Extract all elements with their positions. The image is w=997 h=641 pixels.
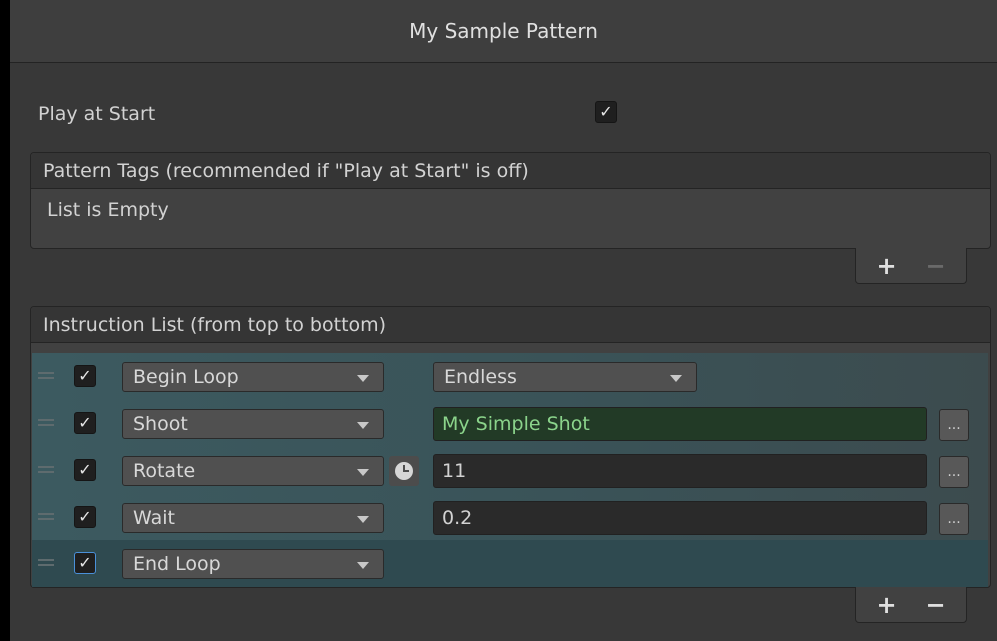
drag-handle-icon[interactable] [38,372,54,379]
instruction-type-dropdown[interactable]: Wait [122,503,384,533]
dropdown-value: Wait [133,507,175,529]
instruction-row: ✓ Begin Loop Endless [32,353,988,400]
minus-icon[interactable]: − [925,591,945,619]
instruction-type-dropdown[interactable]: End Loop [122,549,384,579]
drag-handle-icon[interactable] [38,419,54,426]
check-icon: ✓ [78,553,92,572]
drag-handle-icon[interactable] [38,466,54,473]
dropdown-value: End Loop [133,553,221,575]
shot-object-field[interactable]: My Simple Shot [433,407,927,441]
check-icon: ✓ [78,413,92,432]
clock-icon[interactable] [389,456,419,486]
wait-value-field[interactable]: 0.2 [433,501,927,535]
pattern-tags-footer: + − [855,248,967,284]
instruction-type-dropdown[interactable]: Begin Loop [122,362,384,392]
loop-mode-dropdown[interactable]: Endless [433,362,697,392]
drag-handle-icon[interactable] [38,559,54,566]
dropdown-arrow-icon [357,469,369,476]
dropdown-arrow-icon [357,375,369,382]
minus-icon[interactable]: − [925,252,945,280]
dropdown-value: Begin Loop [133,366,239,388]
instruction-enabled-checkbox[interactable]: ✓ [74,506,96,528]
instruction-type-dropdown[interactable]: Shoot [122,409,384,439]
instruction-list-header: Instruction List (from top to bottom) [31,307,990,343]
dropdown-arrow-icon [670,375,682,382]
instruction-enabled-checkbox[interactable]: ✓ [74,412,96,434]
check-icon: ✓ [78,366,92,385]
instruction-enabled-checkbox[interactable]: ✓ [74,459,96,481]
instruction-enabled-checkbox[interactable]: ✓ [74,365,96,387]
more-options-icon[interactable]: ... [939,409,969,441]
more-options-icon[interactable]: ... [939,456,969,488]
instruction-row: ✓ Rotate 11 ... [32,447,988,494]
dropdown-arrow-icon [357,562,369,569]
plus-icon[interactable]: + [876,591,896,619]
dropdown-value: Shoot [133,413,188,435]
instruction-list: Instruction List (from top to bottom) ✓ … [30,306,991,588]
instruction-row: ✓ Shoot My Simple Shot ... [32,400,988,447]
instruction-list-footer: + − [855,587,967,623]
pattern-tags-header: Pattern Tags (recommended if "Play at St… [31,153,990,189]
check-icon: ✓ [78,460,92,479]
check-icon: ✓ [599,102,613,121]
dropdown-arrow-icon [357,422,369,429]
play-at-start-label: Play at Start [38,103,156,125]
dropdown-value: Rotate [133,460,196,482]
more-options-icon[interactable]: ... [939,503,969,535]
instruction-enabled-checkbox[interactable]: ✓ [74,552,96,574]
plus-icon[interactable]: + [876,252,896,280]
dropdown-value: Endless [444,366,517,388]
drag-handle-icon[interactable] [38,513,54,520]
inspector-panel: My Sample Pattern Play at Start ✓ Patter… [10,0,997,641]
play-at-start-checkbox[interactable]: ✓ [595,101,617,123]
window-title: My Sample Pattern [10,0,997,63]
check-icon: ✓ [78,507,92,526]
pattern-tags-list: Pattern Tags (recommended if "Play at St… [30,152,991,249]
dropdown-arrow-icon [357,516,369,523]
rotate-value-field[interactable]: 11 [433,454,927,488]
instruction-row: ✓ Wait 0.2 ... [32,494,988,541]
instruction-row-selected: ✓ End Loop [32,540,988,587]
instruction-type-dropdown[interactable]: Rotate [122,456,384,486]
list-empty-text: List is Empty [47,199,169,221]
